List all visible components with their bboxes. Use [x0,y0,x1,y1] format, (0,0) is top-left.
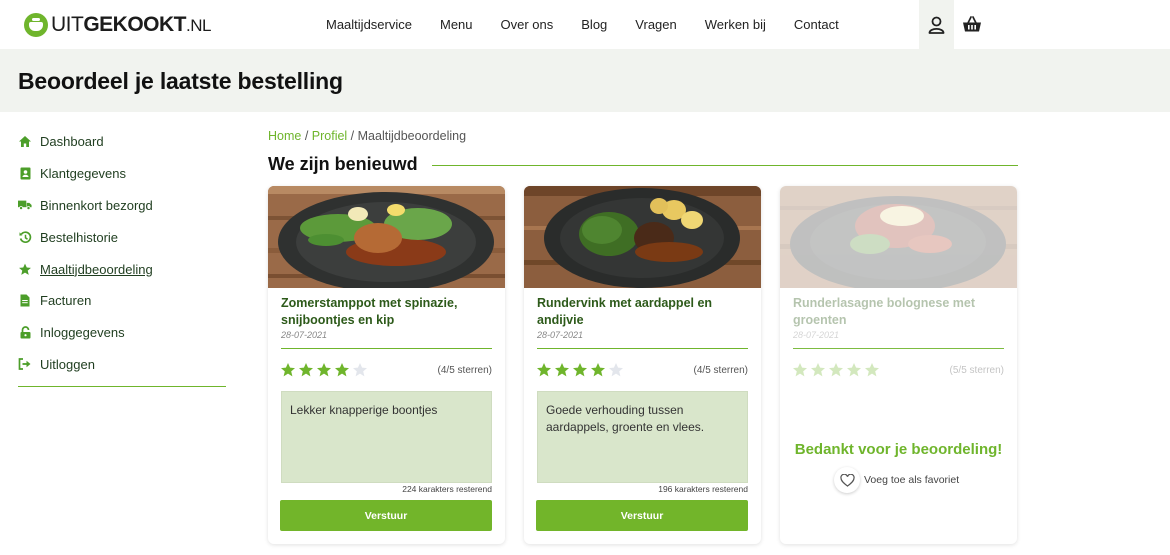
account-sidebar: Dashboard Klantgegevens Binnenkort bezor… [18,126,226,388]
history-icon [18,230,32,244]
site-logo[interactable]: UITGEKOOKT.NL [24,12,211,38]
meal-photo [780,186,1017,288]
sidebar-item-dashboard[interactable]: Dashboard [18,126,226,158]
add-to-favorites[interactable]: Voeg toe als favoriet [834,467,959,493]
page-title: Beoordeel je laatste bestelling [18,68,343,94]
nav-link-over-ons[interactable]: Over ons [501,17,554,32]
order-date: 28-07-2021 [793,330,840,340]
section-title: We zijn benieuwd [268,153,418,174]
order-date: 28-07-2021 [537,330,584,340]
star-rating[interactable] [536,362,626,378]
breadcrumb-home[interactable]: Home [268,129,301,143]
sidebar-item-bestelhistorie[interactable]: Bestelhistorie [18,221,226,253]
star-rating[interactable] [280,362,370,378]
section-heading: We zijn benieuwd [268,153,1018,175]
characters-remaining: 196 karakters resterend [658,484,748,494]
star-icon [829,363,843,377]
review-textarea[interactable]: Lekker knapperige boontjes [281,391,492,483]
star-icon [811,363,825,377]
section-divider [431,165,1018,166]
home-icon [18,135,32,149]
user-icon [928,16,945,34]
star-icon[interactable] [298,362,314,378]
nav-link-werken-bij[interactable]: Werken bij [705,17,766,32]
nav-link-blog[interactable]: Blog [581,17,607,32]
contact-card-icon [18,167,32,181]
star-icon [793,363,807,377]
truck-icon [18,198,32,212]
nav-link-contact[interactable]: Contact [794,17,839,32]
star-icon[interactable] [316,362,332,378]
nav-link-menu[interactable]: Menu [440,17,473,32]
meal-name: Zomerstamppot met spinazie, snijboontjes… [281,296,458,327]
star-icon[interactable] [590,362,606,378]
rating-text: (4/5 sterren) [437,365,492,376]
star-icon[interactable] [280,362,296,378]
cart-button[interactable] [954,0,989,49]
sidebar-item-inloggegevens[interactable]: Inloggegevens [18,317,226,349]
pot-logo-icon [24,13,48,37]
sidebar-item-klantgegevens[interactable]: Klantgegevens [18,158,226,190]
card-divider [793,348,1004,349]
document-icon [18,294,32,308]
basket-icon [962,16,981,32]
header-icons [919,0,989,49]
nav-link-vragen[interactable]: Vragen [635,17,676,32]
breadcrumb-profiel[interactable]: Profiel [312,129,347,143]
meal-review-card: Zomerstamppot met spinazie, snijboontjes… [268,186,505,544]
star-rating [792,362,882,378]
sidebar-item-binnenkort-bezorgd[interactable]: Binnenkort bezorgd [18,190,226,222]
page-title-band: Beoordeel je laatste bestelling [0,49,1170,112]
account-button[interactable] [919,0,954,49]
star-icon[interactable] [352,362,368,378]
nav-link-maaltijdservice[interactable]: Maaltijdservice [326,17,412,32]
star-icon[interactable] [554,362,570,378]
meal-review-card: Runderlasagne bolognese met groenten 28-… [780,186,1017,544]
star-icon[interactable] [572,362,588,378]
sidebar-item-facturen[interactable]: Facturen [18,285,226,317]
lock-icon [18,326,32,340]
star-icon [18,262,32,276]
meal-photo [524,186,761,288]
logo-text: UITGEKOOKT.NL [51,12,211,36]
thank-you-message: Bedankt voor je beoordeling! [794,441,1003,458]
main-navigation: Maaltijdservice Menu Over ons Blog Vrage… [312,0,853,49]
card-divider [281,348,492,349]
breadcrumb-current: Maaltijdbeoordeling [357,129,467,143]
review-textarea[interactable]: Goede verhouding tussen aardappels, groe… [537,391,748,483]
star-icon [865,363,879,377]
meal-name: Rundervink met aardappel en andijvie [537,296,713,327]
sidebar-divider [18,386,226,388]
meal-review-card: Rundervink met aardappel en andijvie 28-… [524,186,761,544]
favorite-label: Voeg toe als favoriet [864,474,960,486]
sidebar-item-maaltijdbeoordeling[interactable]: Maaltijdbeoordeling [18,253,226,285]
submit-review-button[interactable]: Verstuur [536,500,748,531]
sidebar-item-uitloggen[interactable]: Uitloggen [18,349,226,381]
rating-text: (4/5 sterren) [693,365,748,376]
submit-review-button[interactable]: Verstuur [280,500,492,531]
characters-remaining: 224 karakters resterend [402,484,492,494]
rating-text: (5/5 sterren) [949,365,1004,376]
order-date: 28-07-2021 [281,330,328,340]
meal-name: Runderlasagne bolognese met groenten [793,296,975,327]
star-icon[interactable] [536,362,552,378]
star-icon [847,363,861,377]
card-divider [537,348,748,349]
star-icon[interactable] [334,362,350,378]
meal-photo [268,186,505,288]
star-icon[interactable] [608,362,624,378]
breadcrumb: Home / Profiel / Maaltijdbeoordeling [268,129,467,143]
logout-icon [18,357,32,371]
top-navigation-bar: UITGEKOOKT.NL Maaltijdservice Menu Over … [0,0,1170,49]
heart-icon[interactable] [834,467,860,493]
